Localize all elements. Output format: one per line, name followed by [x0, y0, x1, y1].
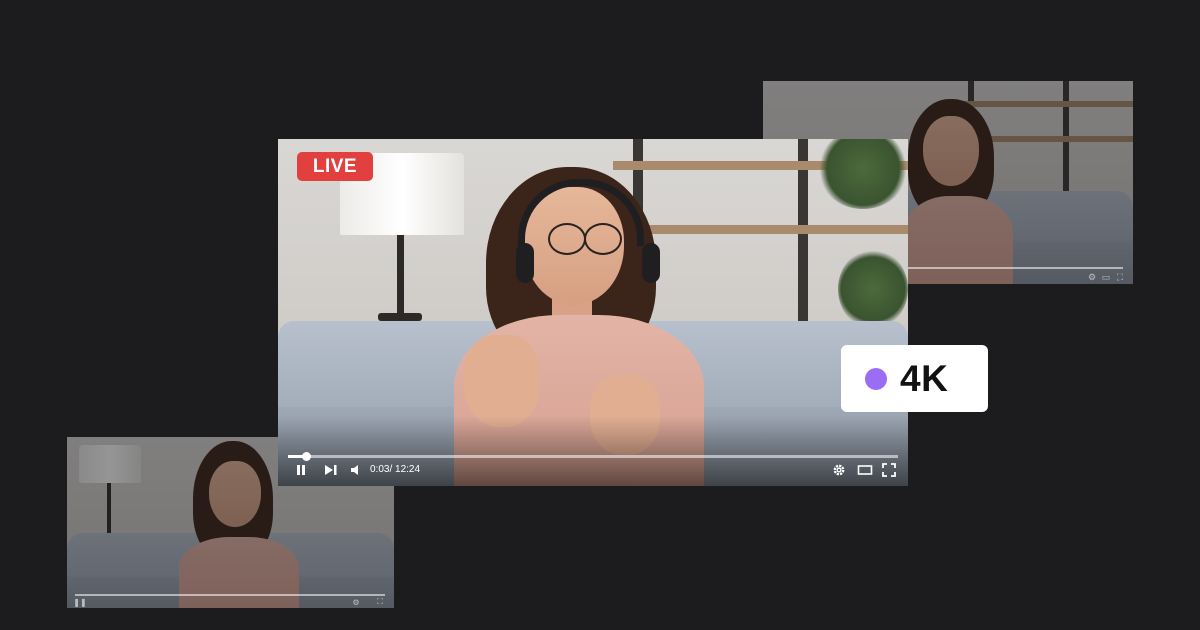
settings-icon[interactable]: ⚙ — [1087, 272, 1097, 282]
theater-mode-icon[interactable]: ▭ — [1101, 272, 1111, 282]
fullscreen-icon[interactable]: ⛶ — [375, 597, 385, 607]
settings-icon[interactable]: ⚙ — [351, 597, 361, 607]
quality-label: 4K — [900, 357, 949, 399]
fullscreen-icon[interactable]: ⛶ — [1115, 272, 1125, 282]
settings-icon[interactable] — [830, 462, 848, 478]
pause-icon[interactable] — [292, 462, 310, 478]
quality-badge: 4K — [841, 345, 988, 412]
seek-bar[interactable] — [288, 452, 898, 461]
volume-icon[interactable] — [348, 462, 364, 478]
main-video-player[interactable]: 0:03/ 12:24 — [278, 139, 908, 486]
live-badge: LIVE — [297, 152, 373, 181]
skip-next-icon[interactable] — [322, 462, 340, 478]
pause-icon[interactable]: ❚❚ — [73, 597, 86, 607]
time-display: 0:03/ 12:24 — [370, 464, 421, 475]
fullscreen-icon[interactable] — [880, 462, 898, 478]
video-frame — [278, 139, 908, 486]
theater-mode-icon[interactable] — [856, 462, 874, 478]
status-dot-icon — [865, 367, 887, 390]
